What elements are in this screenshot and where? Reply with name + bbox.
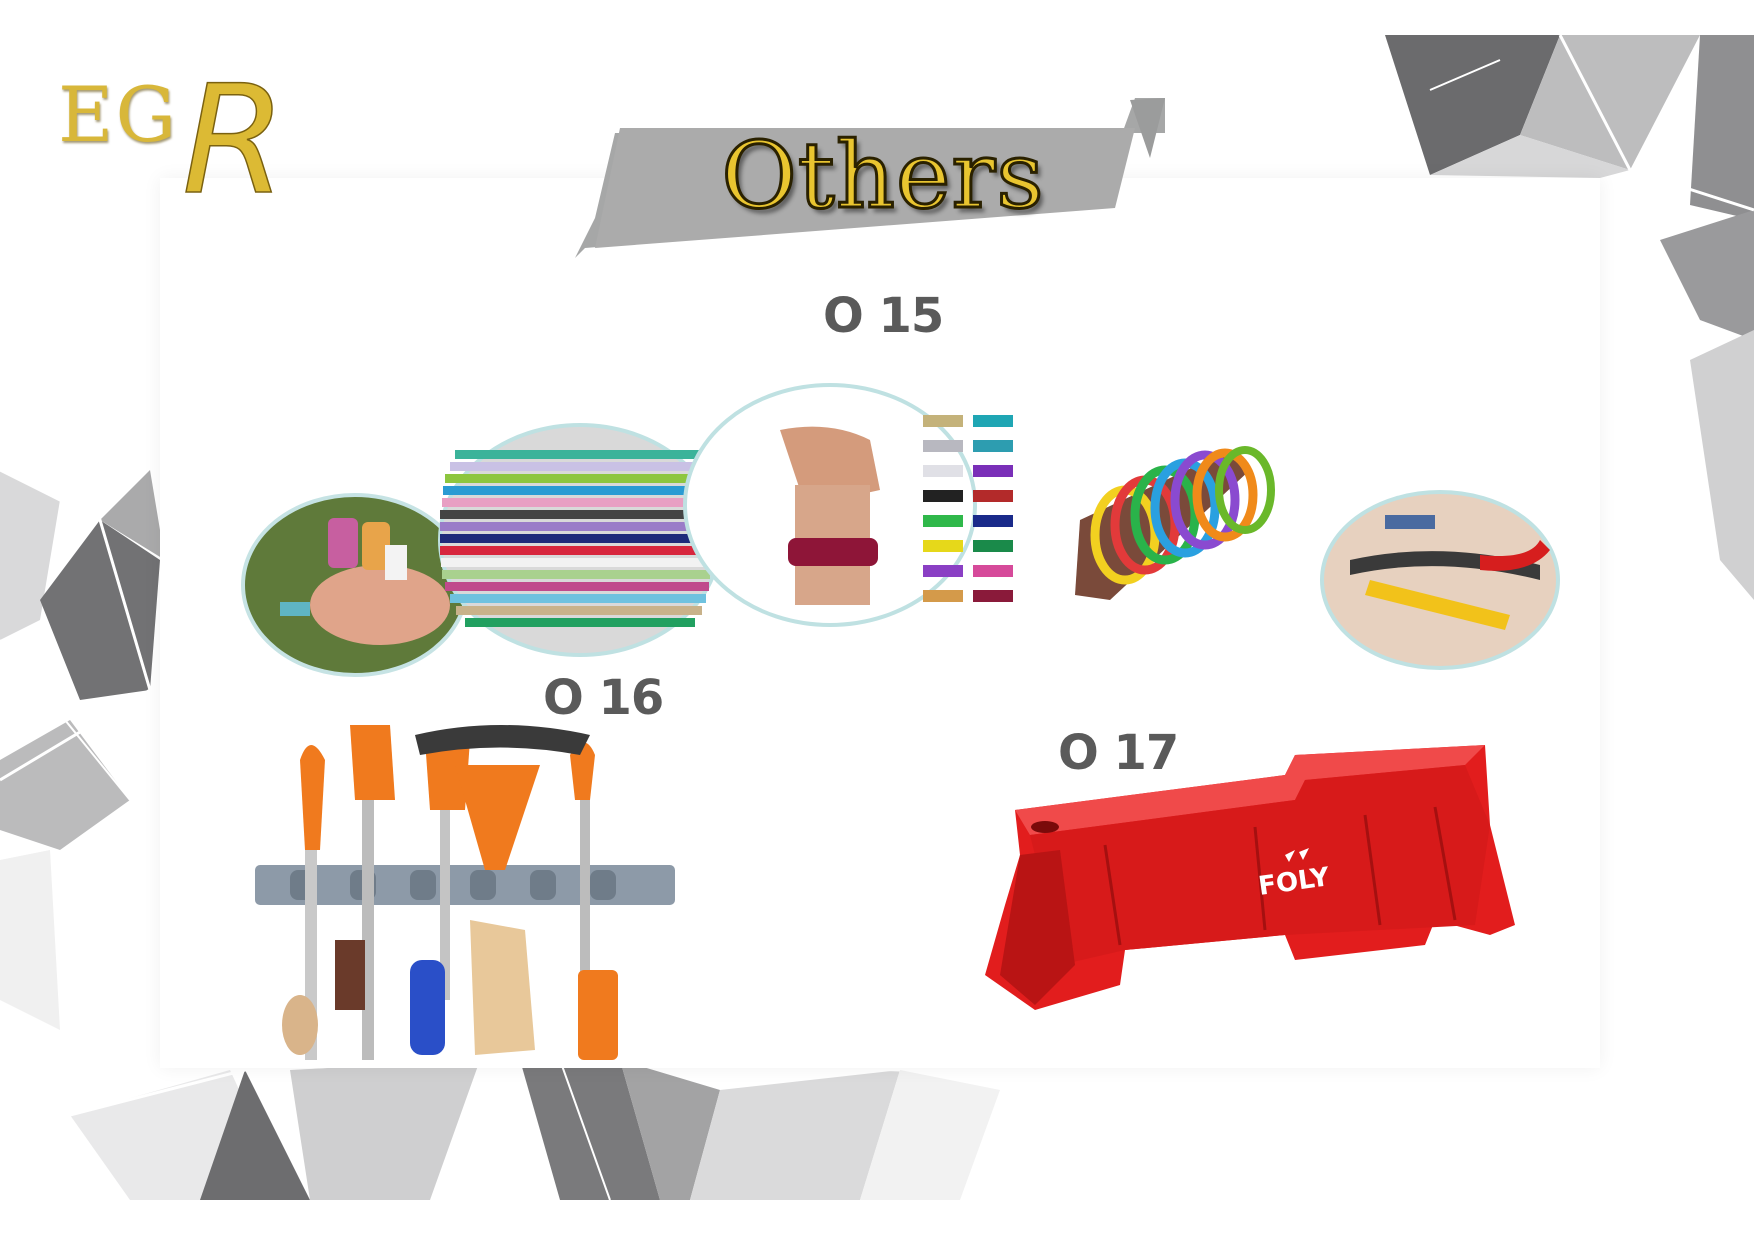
company-logo: EG R <box>52 62 312 230</box>
wristbands-photo-collage <box>241 383 1560 677</box>
road-barrier-photo: FOLY <box>985 745 1515 1010</box>
wristband-photo-strips <box>438 423 722 657</box>
page-title: Others <box>720 121 1045 231</box>
logo-letter-r: R <box>182 62 287 222</box>
wristband-photo-silicone <box>1075 446 1275 600</box>
wristband-photo-hands <box>241 493 469 677</box>
mop-broom-holder-photo <box>255 725 675 1060</box>
logo-text: EG <box>58 70 179 159</box>
svg-text:R: R <box>182 62 286 222</box>
wristband-photo-tyvek <box>1320 490 1560 670</box>
wristband-photo-fist <box>683 383 1013 627</box>
product-code-o15: O 15 <box>823 288 944 344</box>
